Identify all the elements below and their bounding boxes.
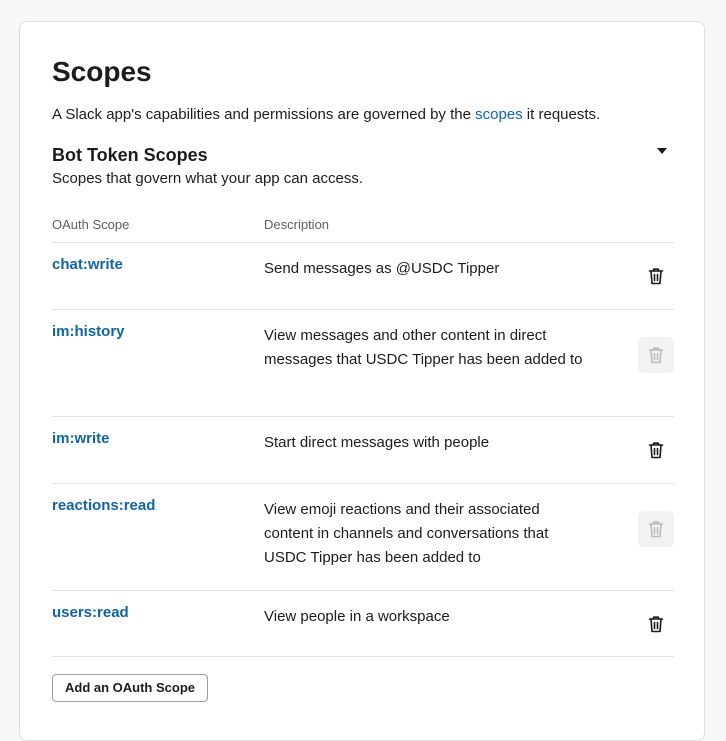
caret-down-icon[interactable] bbox=[657, 148, 667, 154]
scopes-card: Scopes A Slack app's capabilities and pe… bbox=[19, 21, 705, 741]
trash-icon bbox=[648, 615, 664, 633]
scope-row: reactions:read View emoji reactions and t… bbox=[52, 483, 674, 590]
section-title: Bot Token Scopes bbox=[52, 145, 208, 165]
scope-description: View people in a workspace bbox=[264, 608, 450, 625]
scope-name-link[interactable]: im:write bbox=[52, 428, 110, 450]
scope-name-link[interactable]: reactions:read bbox=[52, 495, 155, 517]
scopes-link[interactable]: scopes bbox=[475, 106, 523, 123]
remove-scope-button[interactable] bbox=[638, 432, 674, 468]
scope-description: View emoji reactions and their associate… bbox=[264, 501, 549, 566]
scope-name-link[interactable]: im:history bbox=[52, 321, 125, 343]
intro-text-after: it requests. bbox=[522, 106, 601, 123]
scope-row: chat:write Send messages as @USDC Tipper bbox=[52, 242, 674, 309]
trash-icon bbox=[648, 441, 664, 459]
remove-scope-button bbox=[638, 511, 674, 547]
scope-row: im:write Start direct messages with peopl… bbox=[52, 416, 674, 483]
intro-text: A Slack app's capabilities and permissio… bbox=[52, 104, 600, 126]
page-title: Scopes bbox=[52, 56, 152, 87]
trash-icon bbox=[648, 520, 664, 538]
add-oauth-scope-button[interactable]: Add an OAuth Scope bbox=[52, 674, 208, 702]
scope-description: View messages and other content in direc… bbox=[264, 327, 583, 368]
remove-scope-button[interactable] bbox=[638, 258, 674, 294]
remove-scope-button bbox=[638, 337, 674, 373]
scope-row: im:history View messages and other conten… bbox=[52, 309, 674, 416]
intro-text-before: A Slack app's capabilities and permissio… bbox=[52, 106, 476, 123]
scope-name-link[interactable]: users:read bbox=[52, 602, 129, 624]
trash-icon bbox=[648, 346, 664, 364]
scope-description: Start direct messages with people bbox=[264, 434, 490, 451]
column-header-description: Description bbox=[264, 217, 330, 232]
column-header-scope: OAuth Scope bbox=[52, 217, 130, 232]
scope-name-link[interactable]: chat:write bbox=[52, 254, 123, 276]
scope-row: users:read View people in a workspace bbox=[52, 590, 674, 657]
scopes-table: chat:write Send messages as @USDC Tipper i… bbox=[52, 242, 674, 657]
trash-icon bbox=[648, 267, 664, 285]
section-subtitle: Scopes that govern what your app can acc… bbox=[52, 170, 364, 187]
remove-scope-button[interactable] bbox=[638, 606, 674, 642]
scope-description: Send messages as @USDC Tipper bbox=[264, 260, 500, 277]
